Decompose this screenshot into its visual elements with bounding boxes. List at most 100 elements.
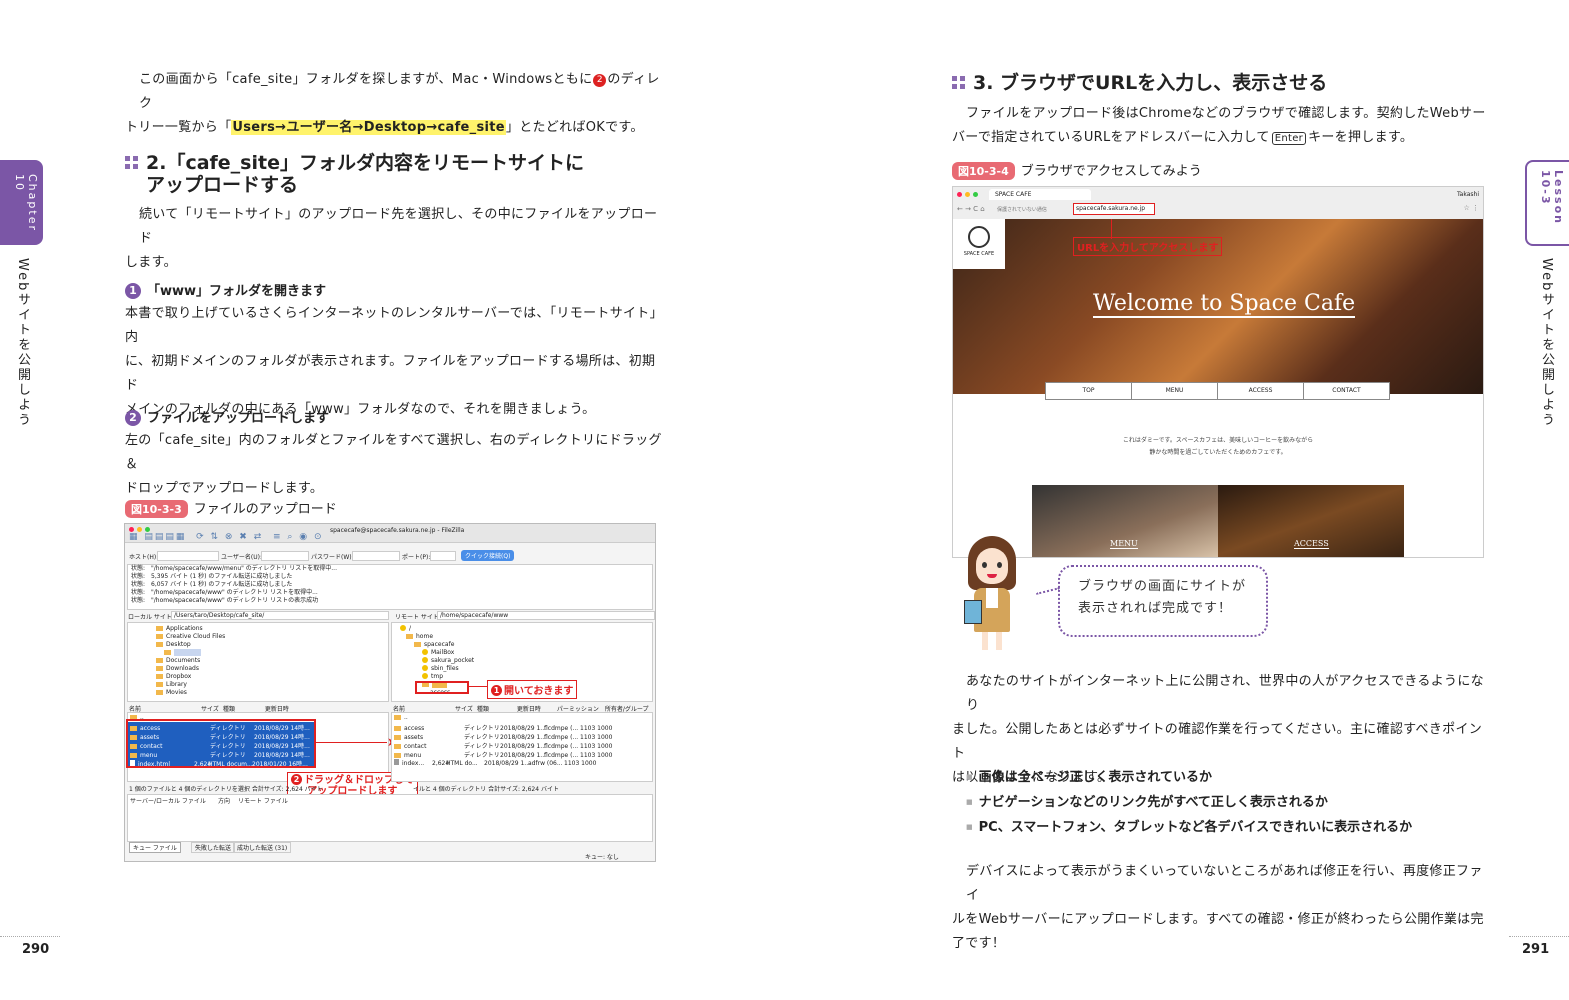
nav-access[interactable]: ACCESS — [1217, 382, 1304, 400]
nav-menu[interactable]: MENU — [1131, 382, 1218, 400]
table-row[interactable]: contact ディレクトリ2018/08/29 1...flcdmpe (...… — [394, 741, 612, 750]
folder-icon — [394, 715, 401, 720]
menu-icon[interactable]: ☆ ⋮ — [1463, 204, 1479, 212]
queue-status: キュー: なし — [585, 854, 619, 861]
tile-access[interactable]: ACCESS — [1218, 485, 1404, 557]
folder-question-icon — [400, 625, 406, 631]
tab-queue-files[interactable]: キュー ファイル — [129, 842, 181, 853]
selection-highlight — [126, 719, 316, 768]
hero-title: Welcome to Space Cafe — [1093, 291, 1356, 318]
chapter-tab-label: Chapter 10 — [13, 174, 39, 232]
callout-url: URLを入力してアクセスします — [1073, 237, 1223, 256]
browser-window: SPACE CAFE Takashi ← → C ⌂ 保護されていない通信 sp… — [952, 186, 1484, 558]
callout-line — [467, 686, 487, 687]
folder-icon — [414, 642, 421, 647]
url-input[interactable]: spacecafe.sakura.ne.jp — [1073, 203, 1155, 215]
site-description: これはダミーです。スペースカフェは、美味しいコーヒーを飲みながら 静かな時間を過… — [1122, 437, 1314, 456]
step2-paragraph: 左の「cafe_site」内のフォルダとファイルをすべて選択し、右のディレクトリ… — [125, 433, 662, 496]
transfer-queue[interactable]: サーバー/ローカル ファイル 方向 リモート ファイル — [127, 794, 653, 842]
figure-caption-3: 図10-3-3 ファイルのアップロード — [125, 498, 337, 518]
section2-paragraph: 続いて「リモートサイト」のアップロード先を選択し、その中にファイルをアップロード… — [125, 207, 658, 270]
step1-number: 1 — [125, 283, 141, 299]
step2-heading: 2 ファイルをアップロードします — [125, 407, 329, 426]
toolbar: ▦ ▤▤▤▦ ⟳ ⇅ ⊗ ✖ ⇄ ≡ ⌕ ◉ ⊙ — [129, 532, 429, 544]
figure-caption-4: 図10-3-4 ブラウザでアクセスしてみよう — [952, 160, 1202, 180]
remote-path-input[interactable]: /home/spacecafe/www — [437, 611, 655, 620]
checklist: 画像は全ページ正しく表示されているか ナビゲーションなどのリンク先がすべて正しく… — [966, 765, 1413, 840]
message-log: 状態: "/home/spacecafe/www/menu" のディレクトリ リ… — [127, 564, 653, 610]
tile-menu[interactable]: MENU — [1032, 485, 1218, 557]
folder-question-icon — [422, 665, 428, 671]
local-status: 1 個のファイルと 4 個のディレクトリを選択 合計サイズ: 2,624 バイト — [129, 786, 323, 793]
local-tree[interactable]: Applications Creative Cloud Files Deskto… — [127, 622, 389, 702]
list-item: 画像は全ページ正しく表示されているか — [966, 765, 1412, 790]
log-line: 状態: 5,395 バイト (1 秒) のファイル転送に成功しました — [131, 573, 293, 580]
intro-paragraph: この画面から「cafe_site」フォルダを探しますが、Mac・Windowsと… — [125, 72, 660, 135]
section2-title: 2.「cafe_site」フォルダ内容をリモートサイトに アップロードする — [146, 152, 584, 196]
folder-question-icon — [422, 673, 428, 679]
user-input[interactable] — [261, 551, 309, 561]
folder-icon — [156, 666, 163, 671]
log-line: 状態: "/home/spacecafe/www" のディレクトリ リストを取得… — [131, 589, 318, 596]
remote-file-list[interactable]: .. access ディレクトリ2018/08/29 1...flcdmpe (.… — [391, 712, 653, 782]
www-folder-highlight — [415, 681, 469, 694]
bubble-tail — [1036, 587, 1060, 595]
drag-arrow-line — [315, 742, 387, 743]
list-item: ナビゲーションなどのリンク先がすべて正しく表示されるか — [966, 790, 1412, 815]
section3-paragraph: ファイルをアップロード後はChromeなどのブラウザで確認します。契約したWeb… — [952, 106, 1486, 145]
step2-number: 2 — [125, 410, 141, 426]
enter-key: Enter — [1271, 132, 1307, 145]
local-path-input[interactable]: /Users/taro/Desktop/cafe_site/ — [171, 611, 389, 620]
heading-marker-icon — [125, 156, 138, 169]
folder-icon — [164, 650, 171, 655]
folder-question-icon — [422, 657, 428, 663]
quickconnect-bar: ホスト(H): ユーザー名(U): パスワード(W): ポート(P): クイック… — [127, 550, 653, 562]
folder-question-icon — [422, 649, 428, 655]
section3-title: 3. ブラウザでURLを入力し、表示させる — [973, 72, 1328, 94]
figure-label: 図10-3-4 — [952, 162, 1015, 180]
folder-icon — [156, 658, 163, 663]
callout-line — [1111, 219, 1112, 239]
callout-line — [315, 742, 316, 768]
password-input[interactable] — [352, 551, 400, 561]
lesson-side-title: Webサイトを公開しよう — [1539, 258, 1554, 428]
folder-icon — [156, 642, 163, 647]
insecure-label: 保護されていない通信 — [997, 207, 1047, 213]
folder-icon — [156, 674, 163, 679]
browser-tab[interactable]: SPACE CAFE — [989, 189, 1091, 200]
table-row[interactable]: assets ディレクトリ2018/08/29 1...flcdmpe (... 1… — [394, 732, 612, 741]
page-number-left: 290 — [22, 942, 50, 957]
table-row[interactable]: index... 2,624HTML do... 2018/08/29 1...ad… — [394, 759, 596, 767]
browser-chrome: SPACE CAFE Takashi ← → C ⌂ 保護されていない通信 sp… — [953, 187, 1483, 220]
site-logo[interactable]: SPACE CAFE — [953, 219, 1005, 269]
footer-dots — [1509, 936, 1569, 937]
host-input[interactable] — [157, 551, 219, 561]
lesson-tab: Lesson 10-3 — [1525, 160, 1569, 246]
page-number-right: 291 — [1522, 942, 1550, 957]
intro-marker: 2 — [593, 74, 607, 87]
remote-status: イルと 4 個のディレクトリ 合計サイズ: 2,624 バイト — [413, 786, 559, 793]
table-row[interactable]: menu ディレクトリ2018/08/29 1...flcdmpe (... 110… — [394, 750, 612, 759]
step1-paragraph: 本書で取り上げているさくらインターネットのレンタルサーバーでは、「リモートサイト… — [125, 306, 663, 417]
port-input[interactable] — [430, 551, 456, 561]
footer-dots — [0, 936, 60, 937]
tab-failed[interactable]: 失敗した転送 — [191, 842, 236, 853]
tab-succeeded[interactable]: 成功した転送 (31) — [233, 842, 292, 853]
quickconnect-button[interactable]: クイック接続(Q) — [461, 550, 515, 561]
nav-buttons-icon[interactable]: ← → C ⌂ — [957, 205, 985, 213]
chapter-tab: Chapter 10 — [0, 160, 43, 245]
log-line: 状態: 6,057 バイト (1 秒) のファイル転送に成功しました — [131, 581, 293, 588]
table-row[interactable]: access ディレクトリ2018/08/29 1...flcdmpe (... 1… — [394, 723, 612, 732]
speech-bubble: ブラウザの画面にサイトが 表示されれば完成です！ — [1058, 565, 1268, 637]
path-highlight: Users→ユーザー名→Desktop→cafe_site — [231, 120, 506, 135]
step1-heading: 1 「www」フォルダを開きます — [125, 280, 326, 299]
log-line: 状態: "/home/spacecafe/www/menu" のディレクトリ リ… — [131, 565, 337, 572]
folder-icon — [156, 690, 163, 695]
folder-icon — [156, 626, 163, 631]
filezilla-window: spacecafe@spacecafe.sakura.ne.jp - FileZ… — [124, 523, 656, 862]
nav-contact[interactable]: CONTACT — [1303, 382, 1390, 400]
list-item: PC、スマートフォン、タブレットなど各デバイスできれいに表示されるか — [966, 815, 1413, 840]
chapter-side-title: Webサイトを公開しよう — [15, 258, 30, 428]
nav-top[interactable]: TOP — [1045, 382, 1132, 400]
heading-marker-icon — [952, 76, 965, 89]
